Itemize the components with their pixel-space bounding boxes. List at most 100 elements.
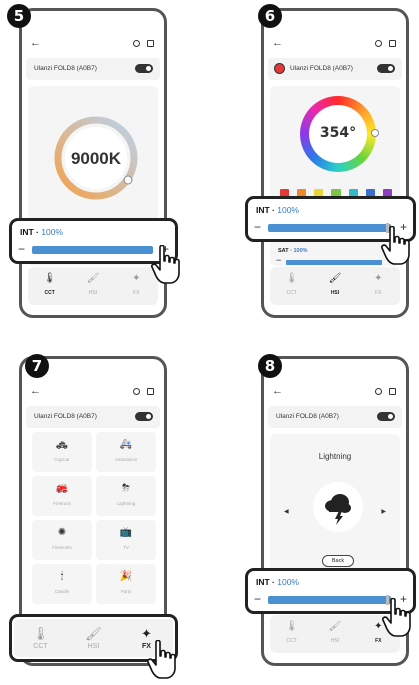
slider-fill bbox=[268, 224, 391, 232]
power-toggle[interactable] bbox=[135, 64, 153, 73]
device-name: Ulanzi FOLD8 (A0B7) bbox=[34, 65, 97, 72]
tab-hsi[interactable]: 🖌 HSI bbox=[313, 267, 356, 305]
device-name: Ulanzi FOLD8 (A0B7) bbox=[276, 413, 339, 420]
fireworks-icon: ✺ bbox=[57, 527, 67, 538]
slider-track[interactable] bbox=[268, 223, 391, 233]
fx-effect-tile[interactable]: ✺ Fireworks bbox=[32, 520, 92, 560]
info-icon[interactable] bbox=[375, 388, 382, 395]
cct-gauge[interactable]: 9000K bbox=[28, 98, 164, 218]
power-toggle[interactable] bbox=[377, 64, 395, 73]
phone-hsi-screen: ← Ulanzi FOLD8 (A0B7) 354° SAT · 100% − … bbox=[261, 8, 409, 318]
back-arrow-icon[interactable]: ← bbox=[30, 37, 41, 49]
cct-handle bbox=[123, 175, 133, 185]
device-settings-icon[interactable] bbox=[147, 40, 154, 47]
power-toggle[interactable] bbox=[135, 412, 153, 421]
device-bar: Ulanzi FOLD8 (A0B7) bbox=[26, 406, 160, 428]
fx-effect-tile[interactable]: ⛈ Lightning bbox=[96, 476, 156, 516]
phone-cct-screen: ← Ulanzi FOLD8 (A0B7) 9000K 🌡 CCT 🖌 HSI ✦ F… bbox=[19, 8, 167, 318]
thermometer-icon: 🌡 bbox=[43, 273, 57, 284]
step-number: 8 bbox=[258, 354, 282, 378]
int-label: INT · 100% bbox=[256, 577, 299, 587]
fx-effect-label: Lightning bbox=[116, 501, 136, 506]
device-settings-icon[interactable] bbox=[147, 388, 154, 395]
tab-label: CCT bbox=[33, 643, 48, 650]
fx-effects-grid: 🚓 CopCar 🚑 Ambulance 🚒 Firetruck ⛈ Lightning ✺ Fi… bbox=[32, 432, 156, 604]
thermometer-icon: 🌡 bbox=[285, 273, 299, 284]
tv-icon: 📺 bbox=[119, 527, 133, 538]
sat-prefix: SAT · bbox=[278, 248, 294, 254]
pointer-hand-icon bbox=[147, 640, 176, 679]
police-icon: 🚓 bbox=[55, 439, 69, 450]
tab-cct[interactable]: 🌡 CCT bbox=[270, 267, 313, 305]
int-slider[interactable]: − + bbox=[18, 242, 169, 257]
next-effect-button[interactable]: ▶ bbox=[381, 508, 386, 515]
tab-hsi[interactable]: 🖌 HSI bbox=[313, 615, 356, 653]
device-bar: Ulanzi FOLD8 (A0B7) bbox=[26, 58, 160, 80]
sat-fill bbox=[286, 260, 382, 265]
back-arrow-icon[interactable]: ← bbox=[272, 37, 283, 49]
hue-value: 354° bbox=[319, 125, 357, 141]
tab-cct[interactable]: 🌡 CCT bbox=[14, 619, 67, 657]
int-value: 100% bbox=[41, 227, 63, 237]
power-toggle[interactable] bbox=[377, 412, 395, 421]
fx-effect-tile[interactable]: 🚑 Ambulance bbox=[96, 432, 156, 472]
tab-label: HSI bbox=[330, 290, 340, 296]
tab-label: HSI bbox=[330, 638, 340, 644]
decrease-button[interactable]: − bbox=[254, 220, 261, 234]
lightning-icon: ⛈ bbox=[122, 483, 130, 494]
int-prefix: INT · bbox=[256, 205, 278, 215]
fx-effect-tile[interactable]: 🕯 Candle bbox=[32, 564, 92, 604]
fx-effect-tile[interactable]: 🚓 CopCar bbox=[32, 432, 92, 472]
back-arrow-icon[interactable]: ← bbox=[272, 385, 283, 397]
fx-effect-tile[interactable]: 🚒 Firetruck bbox=[32, 476, 92, 516]
sat-slider[interactable]: − + bbox=[276, 255, 394, 266]
fx-effect-tile[interactable]: 📺 TV bbox=[96, 520, 156, 560]
tab-label: HSI bbox=[88, 290, 98, 296]
slider-track[interactable] bbox=[268, 595, 391, 605]
tab-label: HSI bbox=[87, 643, 100, 650]
device-settings-icon[interactable] bbox=[389, 40, 396, 47]
tab-label: CCT bbox=[286, 638, 297, 644]
tab-label: FX bbox=[375, 290, 382, 296]
device-name: Ulanzi FOLD8 (A0B7) bbox=[290, 65, 353, 72]
info-icon[interactable] bbox=[133, 40, 140, 47]
tab-cct[interactable]: 🌡 CCT bbox=[28, 267, 71, 305]
magic-wand-icon: ✦ bbox=[374, 273, 383, 284]
decrease-button[interactable]: − bbox=[254, 592, 261, 606]
fx-effect-tile[interactable]: 🎉 Party bbox=[96, 564, 156, 604]
slider-fill bbox=[268, 596, 391, 604]
tab-hsi[interactable]: 🖌 HSI bbox=[71, 267, 114, 305]
tab-label: CCT bbox=[44, 290, 55, 296]
info-icon[interactable] bbox=[133, 388, 140, 395]
back-arrow-icon[interactable]: ← bbox=[30, 385, 41, 397]
tab-hsi[interactable]: 🖌 HSI bbox=[67, 619, 120, 657]
decrease-button[interactable]: − bbox=[18, 242, 25, 256]
fx-effect-label: Fireworks bbox=[52, 545, 72, 550]
brush-icon: 🖌 bbox=[85, 626, 102, 641]
prev-effect-button[interactable]: ◀ bbox=[284, 508, 289, 515]
slider-track[interactable] bbox=[32, 246, 153, 254]
tab-label: CCT bbox=[286, 290, 297, 296]
device-bar: Ulanzi FOLD8 (A0B7) bbox=[268, 406, 402, 428]
back-button[interactable]: Back bbox=[322, 555, 354, 567]
device-bar: Ulanzi FOLD8 (A0B7) bbox=[268, 58, 402, 80]
fx-effect-label: TV bbox=[123, 545, 129, 550]
sat-track[interactable] bbox=[286, 260, 382, 265]
tab-fx[interactable]: ✦ FX bbox=[357, 267, 400, 305]
tab-cct[interactable]: 🌡 CCT bbox=[270, 615, 313, 653]
hue-wheel[interactable]: 354° bbox=[300, 96, 379, 172]
sat-decrease-button[interactable]: − bbox=[276, 255, 281, 265]
info-icon[interactable] bbox=[375, 40, 382, 47]
sat-label: SAT · 100% bbox=[278, 248, 308, 254]
color-preview-dot bbox=[274, 63, 285, 74]
step-number: 7 bbox=[25, 354, 49, 378]
pointer-hand-icon bbox=[151, 245, 180, 284]
hue-handle[interactable] bbox=[371, 129, 379, 137]
step-number: 5 bbox=[7, 4, 31, 28]
device-name: Ulanzi FOLD8 (A0B7) bbox=[34, 413, 97, 420]
brush-icon: 🖌 bbox=[86, 273, 100, 284]
fx-effect-label: Candle bbox=[54, 589, 70, 594]
device-settings-icon[interactable] bbox=[389, 388, 396, 395]
fx-effect-label: CopCar bbox=[54, 457, 70, 462]
cct-value: 9000K bbox=[71, 149, 122, 168]
